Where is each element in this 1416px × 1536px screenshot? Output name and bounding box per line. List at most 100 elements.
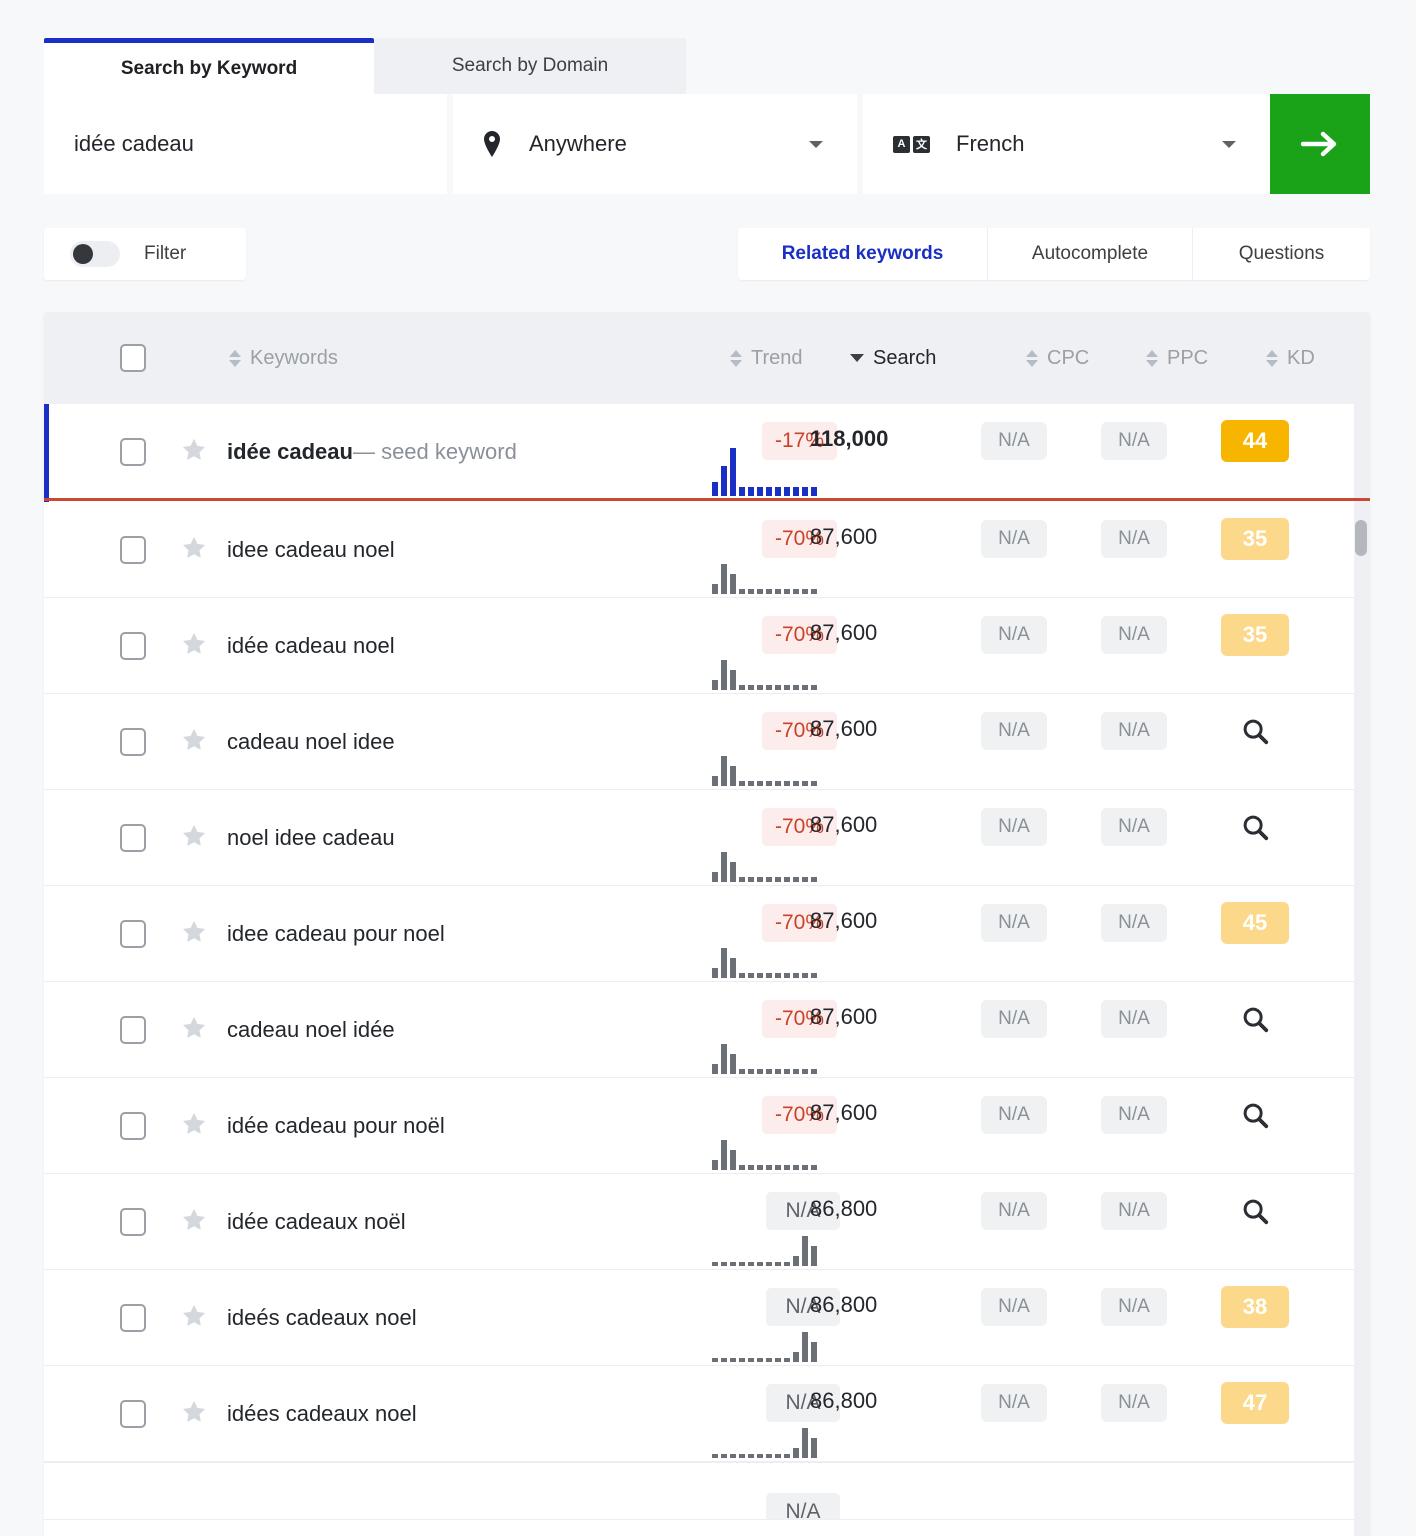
search-volume-cell: 87,600 [810, 1100, 878, 1125]
star-icon[interactable] [180, 726, 208, 754]
kd-badge: 35 [1221, 518, 1289, 560]
chevron-down-icon [809, 141, 823, 148]
location-select[interactable]: Anywhere [453, 94, 857, 194]
cpc-cell: N/A [981, 520, 1047, 558]
keyword-cell: ideés cadeaux noel [227, 1270, 417, 1366]
star-icon[interactable] [180, 822, 208, 850]
mode-tabs: Search by Keyword Search by Domain [44, 38, 1370, 94]
tab-related-keywords-label: Related keywords [781, 243, 944, 264]
table-row[interactable]: noel idee cadeau -70% 87,600 N/A N/A [44, 790, 1370, 886]
table-row-seed[interactable]: idée cadeau — seed keyword -17% 118,000 N/A… [44, 404, 1370, 502]
keyword-cell: idée cadeau pour noël [227, 1078, 445, 1174]
row-checkbox[interactable] [120, 438, 146, 466]
ppc-cell: N/A [1101, 616, 1167, 654]
row-checkbox[interactable] [120, 1208, 146, 1236]
vertical-scrollbar[interactable] [1354, 312, 1370, 1536]
star-icon[interactable] [180, 1206, 208, 1234]
row-checkbox[interactable] [120, 728, 146, 756]
column-header-search[interactable]: Search [850, 312, 936, 404]
ppc-cell: N/A [1101, 808, 1167, 846]
table-row[interactable]: idée cadeau noel -70% 87,600 N/A N/A 35 [44, 598, 1370, 694]
row-checkbox[interactable] [120, 1016, 146, 1044]
keyword-text: idées cadeaux noel [227, 1401, 417, 1426]
cpc-cell: N/A [981, 1288, 1047, 1326]
ppc-cell: N/A [1101, 904, 1167, 942]
table-body: idée cadeau — seed keyword -17% 118,000 N/A… [44, 404, 1370, 1520]
star-icon[interactable] [180, 630, 208, 658]
table-row[interactable]: idee cadeau pour noel -70% 87,600 N/A N/A 45 [44, 886, 1370, 982]
star-icon[interactable] [180, 918, 208, 946]
search-volume-cell: 87,600 [810, 1004, 878, 1029]
table-row[interactable]: N/A [44, 1462, 1370, 1520]
search-icon[interactable] [1240, 1004, 1270, 1034]
column-header-cpc[interactable]: CPC [1026, 312, 1089, 404]
column-header-trend[interactable]: Trend [730, 312, 803, 404]
column-header-ppc[interactable]: PPC [1146, 312, 1208, 404]
translate-icon: A文 [893, 135, 930, 153]
star-icon[interactable] [180, 1398, 208, 1426]
star-icon[interactable] [180, 436, 208, 464]
table-row[interactable]: idées cadeaux noel N/A 86,800 N/A N/A 47 [44, 1366, 1370, 1462]
tab-autocomplete-label: Autocomplete [1031, 243, 1149, 264]
keyword-text: idée cadeau [227, 439, 353, 464]
star-icon[interactable] [180, 1110, 208, 1138]
filter-label: Filter [144, 243, 187, 264]
star-icon[interactable] [180, 534, 208, 562]
filter-toggle[interactable]: Filter [44, 228, 246, 280]
star-icon[interactable] [180, 1302, 208, 1330]
tab-search-by-domain[interactable]: Search by Domain [374, 38, 686, 94]
column-header-keywords-label: Keywords [250, 346, 338, 369]
search-icon[interactable] [1240, 716, 1270, 746]
tab-related-keywords[interactable]: Related keywords [738, 228, 988, 280]
keyword-text: noel idee cadeau [227, 825, 395, 850]
search-volume-cell: 87,600 [810, 524, 878, 549]
filter-switch[interactable] [70, 241, 120, 267]
keyword-cell: cadeau noel idee [227, 694, 395, 790]
scrollbar-thumb[interactable] [1355, 520, 1367, 556]
search-bar: idée cadeau Anywhere A文 French [44, 94, 1370, 194]
kd-badge: 35 [1221, 614, 1289, 656]
table-header-row: Keywords Trend Search CPC PPC KD [44, 312, 1370, 404]
keyword-text: idée cadeaux noël [227, 1209, 406, 1234]
search-icon[interactable] [1240, 812, 1270, 842]
star-icon[interactable] [180, 1014, 208, 1042]
row-checkbox[interactable] [120, 1112, 146, 1140]
row-checkbox[interactable] [120, 1304, 146, 1332]
column-header-kd-label: KD [1287, 346, 1315, 369]
chevron-down-icon [1222, 141, 1236, 148]
select-all-checkbox[interactable] [120, 344, 146, 372]
keyword-input[interactable]: idée cadeau [44, 94, 447, 194]
ppc-cell: N/A [1101, 520, 1167, 558]
cpc-cell: N/A [981, 1192, 1047, 1230]
row-checkbox[interactable] [120, 632, 146, 660]
table-row[interactable]: cadeau noel idée -70% 87,600 N/A N/A [44, 982, 1370, 1078]
ppc-cell: N/A [1101, 1096, 1167, 1134]
table-row[interactable]: idée cadeau pour noël -70% 87,600 N/A N/A [44, 1078, 1370, 1174]
row-checkbox[interactable] [120, 536, 146, 564]
table-row[interactable]: idee cadeau noel -70% 87,600 N/A N/A 35 [44, 502, 1370, 598]
table-row[interactable]: cadeau noel idee -70% 87,600 N/A N/A [44, 694, 1370, 790]
language-select[interactable]: A文 French [863, 94, 1270, 194]
keyword-cell: idée cadeaux noël [227, 1174, 406, 1270]
row-checkbox[interactable] [120, 824, 146, 852]
tab-questions[interactable]: Questions [1193, 228, 1370, 280]
search-volume-cell: 87,600 [810, 716, 878, 741]
search-volume-cell: 118,000 [810, 426, 889, 451]
search-icon[interactable] [1240, 1100, 1270, 1130]
tab-autocomplete[interactable]: Autocomplete [988, 228, 1193, 280]
location-select-value: Anywhere [529, 131, 627, 156]
kd-badge: 38 [1221, 1286, 1289, 1328]
table-row[interactable]: idée cadeaux noël N/A 86,800 N/A N/A [44, 1174, 1370, 1270]
row-checkbox[interactable] [120, 920, 146, 948]
column-header-keywords[interactable]: Keywords [229, 312, 338, 404]
tab-search-by-keyword[interactable]: Search by Keyword [44, 38, 374, 94]
search-icon[interactable] [1240, 1196, 1270, 1226]
sort-icon [1266, 349, 1278, 367]
keyword-input-value: idée cadeau [74, 131, 194, 156]
submit-search-button[interactable] [1270, 94, 1370, 194]
row-checkbox[interactable] [120, 1400, 146, 1428]
table-row[interactable]: ideés cadeaux noel N/A 86,800 N/A N/A 38 [44, 1270, 1370, 1366]
cpc-cell: N/A [981, 422, 1047, 460]
column-header-kd[interactable]: KD [1266, 312, 1315, 404]
search-volume-cell: 86,800 [810, 1388, 878, 1413]
